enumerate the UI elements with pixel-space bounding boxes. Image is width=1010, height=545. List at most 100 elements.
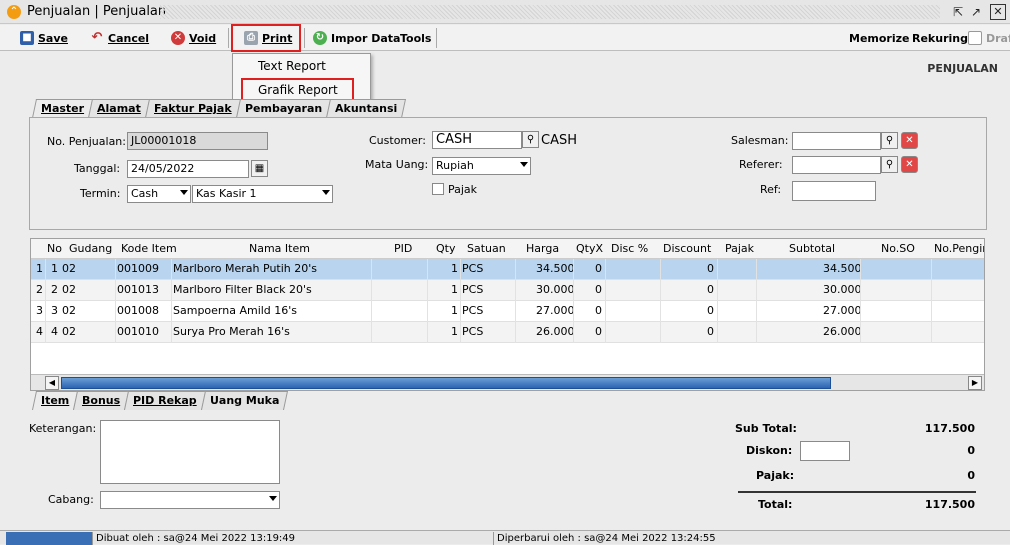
- close-icon[interactable]: ✕: [990, 4, 1006, 20]
- row-index: 4: [36, 325, 43, 338]
- cancel-button[interactable]: ↶ Cancel: [90, 29, 150, 47]
- search-icon[interactable]: ⚲: [522, 131, 539, 148]
- status-bar: Dibuat oleh : sa@24 Mei 2022 13:19:49 Di…: [0, 530, 1010, 545]
- save-button[interactable]: ■ Save: [20, 29, 68, 47]
- cell-qty: 1: [451, 262, 458, 275]
- draft-toggle[interactable]: Draft: [968, 29, 1010, 47]
- cell-kode: 001009: [117, 262, 159, 275]
- customer-label: Customer:: [369, 134, 426, 147]
- col-harga[interactable]: Harga: [526, 239, 559, 259]
- col-subtotal[interactable]: Subtotal: [789, 239, 835, 259]
- clear-icon[interactable]: ✕: [901, 156, 918, 173]
- grid-line: [573, 259, 574, 343]
- title-drag-area[interactable]: [160, 5, 940, 19]
- col-no-so[interactable]: No.SO: [881, 239, 915, 259]
- col-no[interactable]: No: [47, 239, 62, 259]
- void-button[interactable]: ✕ Void: [171, 29, 216, 47]
- tab-bonus[interactable]: Bonus: [73, 391, 130, 410]
- tab-alamat[interactable]: Alamat: [88, 99, 150, 118]
- col-disc-pct[interactable]: Disc %: [611, 239, 648, 259]
- tab-faktur-pajak[interactable]: Faktur Pajak: [144, 99, 241, 118]
- cell-harga: 26.000: [536, 325, 575, 338]
- termin-select[interactable]: Cash: [127, 185, 191, 203]
- grid-line: [45, 259, 46, 343]
- customer-field[interactable]: CASH: [432, 131, 522, 149]
- salesman-field[interactable]: [792, 132, 881, 150]
- grid-line: [931, 259, 932, 343]
- created-info: Dibuat oleh : sa@24 Mei 2022 13:19:49: [92, 532, 295, 545]
- kas-select[interactable]: Kas Kasir 1: [192, 185, 333, 203]
- salesman-label: Salesman:: [731, 134, 789, 147]
- memorize-button[interactable]: Memorize: [849, 29, 909, 47]
- table-row[interactable]: 2 2 02 001013 Marlboro Filter Black 20's…: [31, 280, 984, 301]
- cell-qty: 1: [451, 325, 458, 338]
- table-row[interactable]: 4 4 02 001010 Surya Pro Merah 16's 1 PCS…: [31, 322, 984, 343]
- draft-checkbox[interactable]: [968, 31, 982, 45]
- scroll-right-icon[interactable]: ▶: [968, 376, 982, 390]
- grid-line: [515, 259, 516, 343]
- toolbar-separator: [304, 28, 305, 48]
- col-gudang[interactable]: Gudang: [69, 239, 112, 259]
- col-discount[interactable]: Discount: [663, 239, 711, 259]
- item-grid: No Gudang Kode Item Nama Item PID Qty Sa…: [30, 238, 985, 391]
- scroll-thumb[interactable]: [61, 377, 831, 389]
- cell-qtyx: 0: [595, 262, 602, 275]
- table-row[interactable]: 3 3 02 001008 Sampoerna Amild 16's 1 PCS…: [31, 301, 984, 322]
- cell-kode: 001013: [117, 283, 159, 296]
- diskon-field[interactable]: [800, 441, 850, 461]
- col-satuan[interactable]: Satuan: [467, 239, 506, 259]
- updated-info: Diperbarui oleh : sa@24 Mei 2022 13:24:5…: [493, 532, 716, 545]
- menu-item-text-report[interactable]: Text Report: [258, 59, 326, 73]
- pajak-checkbox[interactable]: [432, 183, 444, 195]
- sub-total-label: Sub Total:: [735, 422, 797, 435]
- calendar-icon[interactable]: ▦: [251, 160, 268, 177]
- tab-master[interactable]: Master: [31, 99, 94, 118]
- import-data-button[interactable]: ↻ Impor Data: [313, 29, 400, 47]
- restore-icon[interactable]: ⇱: [950, 4, 966, 20]
- tab-pembayaran[interactable]: Pembayaran: [235, 99, 331, 118]
- col-pajak[interactable]: Pajak: [725, 239, 754, 259]
- col-kode-item[interactable]: Kode Item: [121, 239, 177, 259]
- mata-uang-select[interactable]: Rupiah: [432, 157, 531, 175]
- master-panel: No. Penjualan: JL00001018 Tanggal: 24/05…: [29, 117, 987, 230]
- tab-pid-rekap[interactable]: PID Rekap: [124, 391, 207, 410]
- grid-line: [171, 259, 172, 343]
- row-index: 2: [36, 283, 43, 296]
- tab-uang-muka[interactable]: Uang Muka: [201, 391, 289, 410]
- cell-subtotal: 30.000: [823, 283, 862, 296]
- keterangan-textarea[interactable]: [100, 420, 280, 484]
- col-no-pengiriman[interactable]: No.Pengiri: [934, 239, 984, 259]
- grid-line: [717, 259, 718, 343]
- row-index: 3: [36, 304, 43, 317]
- cell-qtyx: 0: [595, 304, 602, 317]
- scroll-left-icon[interactable]: ◀: [45, 376, 59, 390]
- col-qty[interactable]: Qty: [436, 239, 455, 259]
- rekuring-button[interactable]: Rekuring: [912, 29, 968, 47]
- col-pid[interactable]: PID: [394, 239, 412, 259]
- tools-button[interactable]: Tools: [400, 29, 431, 47]
- col-qtyx[interactable]: QtyX: [576, 239, 603, 259]
- tanggal-field[interactable]: 24/05/2022: [127, 160, 249, 178]
- tab-akuntansi[interactable]: Akuntansi: [325, 99, 407, 118]
- maximize-icon[interactable]: ↗: [968, 4, 984, 20]
- clear-icon[interactable]: ✕: [901, 132, 918, 149]
- grid-header: No Gudang Kode Item Nama Item PID Qty Sa…: [31, 239, 984, 259]
- undo-icon: ↶: [91, 30, 103, 45]
- col-nama-item[interactable]: Nama Item: [249, 239, 310, 259]
- title-bar: ⌃ Penjualan | Penjualan ⇱ ↗ ✕: [0, 0, 1010, 24]
- tab-item[interactable]: Item: [31, 391, 79, 410]
- window-title: Penjualan | Penjualan: [27, 4, 167, 19]
- cell-discount: 0: [707, 325, 714, 338]
- search-icon[interactable]: ⚲: [881, 132, 898, 149]
- cell-discount: 0: [707, 304, 714, 317]
- cell-discount: 0: [707, 262, 714, 275]
- table-row[interactable]: 1 1 02 001009 Marlboro Merah Putih 20's …: [31, 259, 984, 280]
- void-icon: ✕: [171, 31, 185, 45]
- search-icon[interactable]: ⚲: [881, 156, 898, 173]
- cell-qty: 1: [451, 283, 458, 296]
- cabang-select[interactable]: [100, 491, 280, 509]
- ref-field[interactable]: [792, 181, 876, 201]
- referer-field[interactable]: [792, 156, 881, 174]
- horizontal-scrollbar[interactable]: ◀ ▶: [31, 374, 984, 390]
- cell-harga: 27.000: [536, 304, 575, 317]
